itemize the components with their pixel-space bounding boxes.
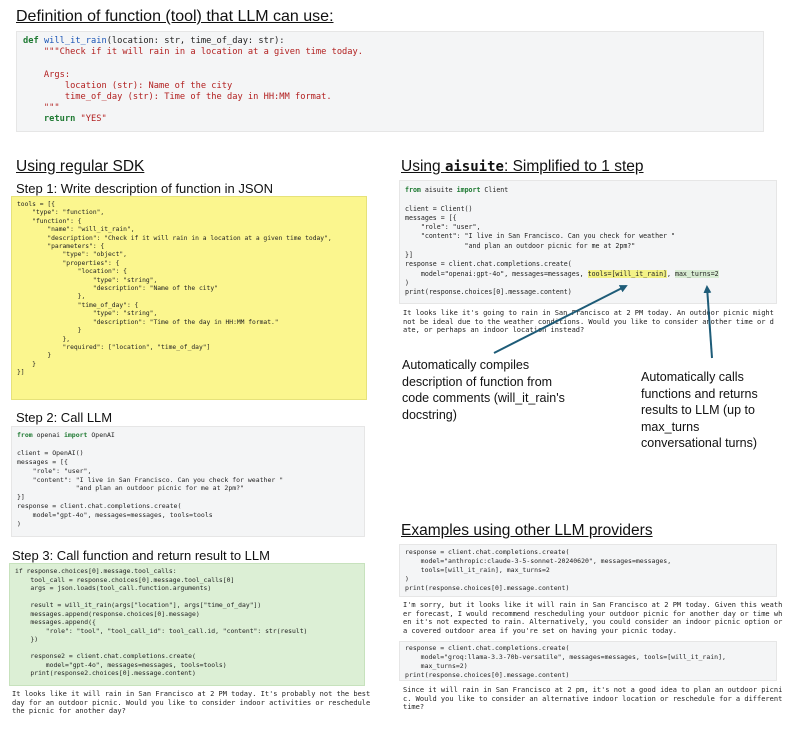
note-auto-calls: Automatically calls functions and return… <box>641 370 758 450</box>
groq-code: response = client.chat.completions.creat… <box>399 641 777 681</box>
anthropic-output: I'm sorry, but it looks like it will rai… <box>403 601 783 635</box>
groq-output: Since it will rain in San Francisco at 2… <box>403 686 783 712</box>
arrow-to-max-turns <box>703 285 713 359</box>
arrow-to-tools <box>493 285 628 354</box>
anthropic-code: response = client.chat.completions.creat… <box>399 544 777 597</box>
other-providers-title: Examples using other LLM providers <box>401 522 653 539</box>
note-compiles-description: Automatically compiles description of fu… <box>402 358 565 422</box>
